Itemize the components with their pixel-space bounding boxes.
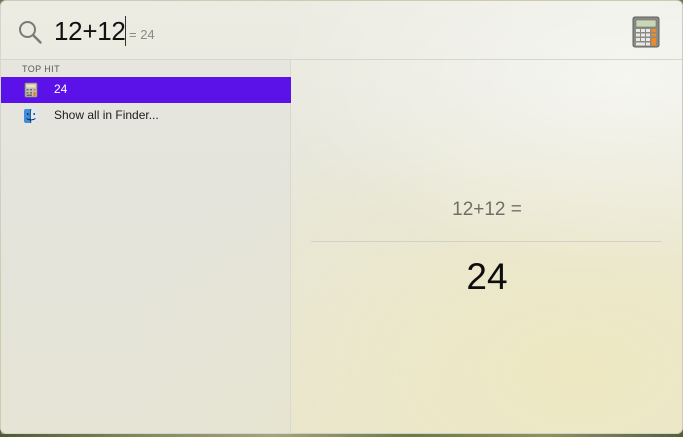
- calculator-app-icon: [632, 16, 660, 48]
- finder-icon: [24, 108, 38, 124]
- text-cursor: [125, 16, 126, 46]
- result-item-calculator[interactable]: 24: [1, 77, 291, 103]
- search-bar[interactable]: 12+12 = 24: [1, 1, 682, 60]
- preview-divider: [311, 241, 662, 242]
- preview-pane: 12+12 = 24: [292, 60, 682, 434]
- result-item-show-all-in-finder[interactable]: Show all in Finder...: [1, 103, 291, 129]
- calculation-expression: 12+12 =: [452, 199, 522, 220]
- inline-completion: = 24: [129, 27, 155, 42]
- results-list: TOP HIT 24 Show all in Finder...: [1, 60, 291, 434]
- calculator-icon: [24, 82, 38, 98]
- calculation-result: 24: [466, 256, 508, 297]
- search-query-text[interactable]: 12+12: [54, 16, 126, 47]
- result-item-label: Show all in Finder...: [54, 108, 159, 122]
- result-item-label: 24: [54, 82, 68, 96]
- spotlight-window: 12+12 = 24 TOP HIT 24 Show all in Finder…: [0, 0, 683, 434]
- search-icon: [19, 21, 42, 44]
- section-header-top-hit: TOP HIT: [22, 64, 60, 74]
